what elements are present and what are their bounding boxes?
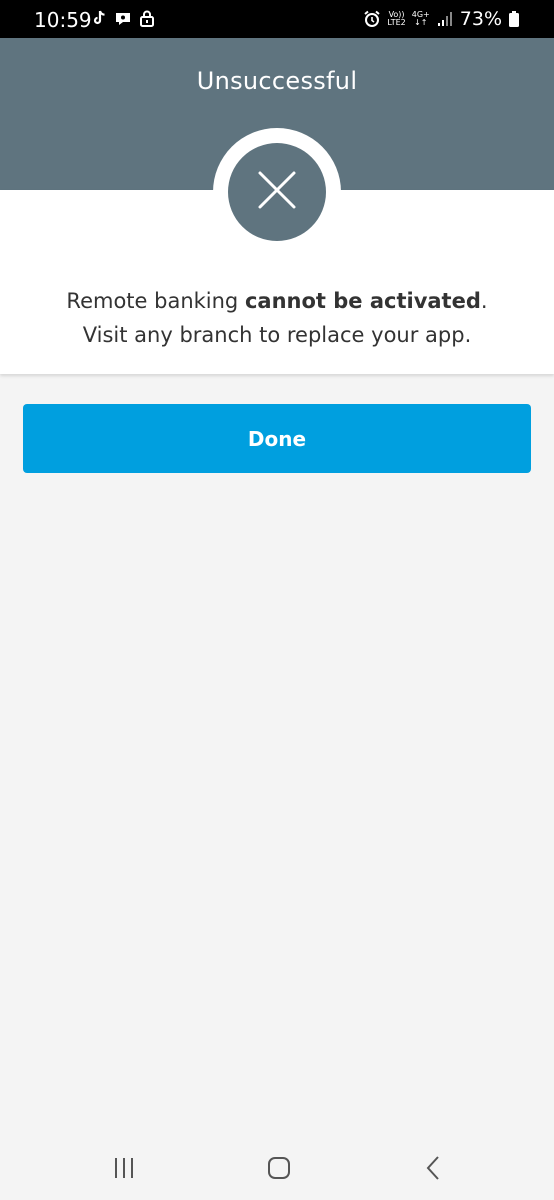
alarm-icon — [363, 10, 381, 28]
result-message: Remote banking cannot be activated. Visi… — [0, 284, 554, 352]
error-badge — [228, 143, 326, 241]
status-bar: 10:59 Vo)) LTE2 4G+ ↓↑ 73% — [0, 0, 554, 38]
message-suffix: . — [480, 289, 488, 313]
signal-icon — [436, 10, 454, 28]
tiktok-icon — [90, 9, 108, 27]
back-icon[interactable] — [414, 1154, 454, 1182]
system-nav-bar — [0, 1134, 554, 1200]
data-arrows-icon: ↓↑ — [414, 18, 428, 27]
status-right-icons: Vo)) LTE2 4G+ ↓↑ 73% — [363, 8, 520, 30]
message-prefix: Remote banking — [66, 289, 245, 313]
close-icon — [257, 170, 297, 215]
chat-icon — [114, 9, 132, 27]
status-time: 10:59 — [34, 8, 92, 32]
network-lte: LTE2 — [387, 18, 406, 27]
page-title: Unsuccessful — [196, 67, 358, 95]
status-left-icons — [90, 9, 156, 27]
battery-icon — [508, 10, 520, 28]
data-type: 4G+ ↓↑ — [412, 11, 430, 27]
done-button[interactable]: Done — [23, 404, 531, 473]
lock-icon — [138, 9, 156, 27]
message-line-1: Remote banking cannot be activated. — [0, 284, 554, 318]
recent-apps-icon[interactable] — [104, 1154, 144, 1182]
network-label: Vo)) LTE2 — [387, 11, 405, 27]
battery-percent: 73% — [459, 8, 502, 30]
message-line-2: Visit any branch to replace your app. — [82, 323, 472, 347]
message-emphasis: cannot be activated — [244, 289, 481, 313]
home-icon[interactable] — [259, 1154, 299, 1182]
